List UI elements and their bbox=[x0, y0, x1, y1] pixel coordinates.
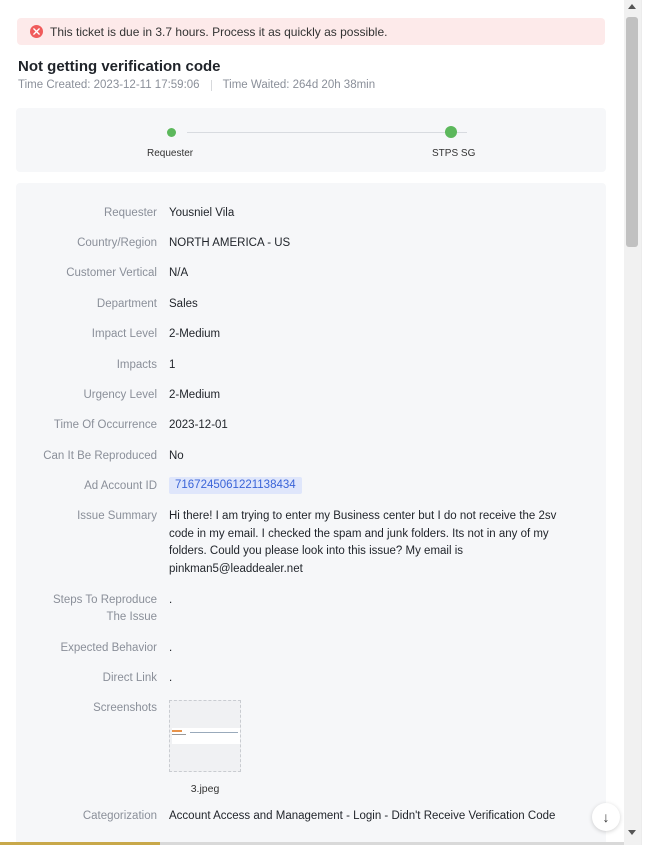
screenshot-thumbnail[interactable] bbox=[169, 700, 241, 772]
ticket-details: Requester Yousniel Vila Country/Region N… bbox=[16, 183, 606, 845]
ticket-title: Not getting verification code bbox=[18, 58, 221, 75]
screenshot-attachment[interactable]: 3.jpeg bbox=[169, 700, 569, 799]
meta-divider bbox=[210, 79, 212, 91]
field-label: Time Of Occurrence bbox=[53, 419, 157, 431]
field-label: Customer Vertical bbox=[66, 267, 157, 279]
flow-progress: Requester STPS SG bbox=[16, 108, 606, 172]
field-value: Account Access and Management - Login - … bbox=[169, 810, 556, 822]
field-value: Sales bbox=[169, 298, 198, 310]
field-label: Can It Be Reproduced bbox=[43, 450, 157, 462]
due-alert: This ticket is due in 3.7 hours. Process… bbox=[17, 18, 605, 45]
field-label: Country/Region bbox=[77, 237, 157, 249]
field-value: NORTH AMERICA - US bbox=[169, 237, 291, 249]
field-value: No bbox=[169, 450, 184, 462]
field-value: 2023-12-01 bbox=[169, 419, 228, 431]
field-value: 7167245061221138434 bbox=[169, 477, 569, 495]
field-label: Impact Level bbox=[91, 328, 157, 340]
field-value: Yousniel Vila bbox=[169, 207, 235, 219]
time-created: Time Created: 2023-12-11 17:59:06 bbox=[18, 79, 200, 91]
field-label: Direct Link bbox=[102, 672, 157, 684]
field-label: Categorization bbox=[82, 810, 157, 822]
flow-step-label-stps: STPS SG bbox=[432, 148, 476, 159]
error-x-icon bbox=[30, 25, 43, 38]
field-value: . bbox=[169, 642, 173, 654]
ad-account-id-badge[interactable]: 7167245061221138434 bbox=[169, 477, 302, 494]
ticket-detail-panel: This ticket is due in 3.7 hours. Process… bbox=[0, 0, 624, 845]
field-label: Steps To Reproduce The Issue bbox=[53, 592, 157, 626]
field-label-line: Steps To Reproduce bbox=[53, 594, 157, 606]
field-label: Department bbox=[96, 298, 157, 310]
field-value: 2-Medium bbox=[169, 389, 221, 401]
scroll-up-arrow-icon[interactable] bbox=[628, 4, 636, 9]
scrollbar-thumb[interactable] bbox=[626, 17, 638, 247]
flow-step-dot-stps bbox=[445, 126, 457, 138]
flow-line bbox=[187, 132, 467, 133]
alert-text: This ticket is due in 3.7 hours. Process… bbox=[50, 24, 388, 39]
issue-summary-text: Hi there! I am trying to enter my Busine… bbox=[169, 510, 557, 576]
field-label-line: The Issue bbox=[106, 611, 158, 623]
scroll-to-bottom-button[interactable]: ↓ bbox=[592, 803, 620, 831]
scroll-down-arrow-icon[interactable] bbox=[628, 830, 636, 835]
screenshot-filename: 3.jpeg bbox=[190, 783, 220, 795]
field-value: N/A bbox=[169, 267, 189, 279]
field-value: . bbox=[169, 672, 173, 684]
thumbnail-preview bbox=[172, 728, 240, 744]
right-edge-strip bbox=[641, 0, 653, 845]
field-label: Screenshots bbox=[93, 702, 157, 714]
flow-step-label-requester: Requester bbox=[147, 148, 194, 159]
field-label: Expected Behavior bbox=[60, 642, 157, 654]
field-value: . bbox=[169, 594, 173, 606]
field-label: Requester bbox=[103, 207, 157, 219]
field-label: Issue Summary bbox=[77, 510, 157, 522]
field-value: 1 bbox=[169, 359, 176, 371]
ticket-meta: Time Created: 2023-12-11 17:59:06 Time W… bbox=[18, 79, 375, 91]
vertical-scrollbar[interactable] bbox=[624, 0, 641, 845]
field-label: Impacts bbox=[116, 359, 157, 371]
arrow-down-icon: ↓ bbox=[602, 809, 610, 825]
field-label: Ad Account ID bbox=[84, 480, 157, 492]
time-waited: Time Waited: 264d 20h 38min bbox=[222, 79, 376, 91]
flow-step-dot-requester bbox=[167, 128, 176, 137]
field-value: 2-Medium bbox=[169, 328, 221, 340]
field-label: Urgency Level bbox=[83, 389, 157, 401]
